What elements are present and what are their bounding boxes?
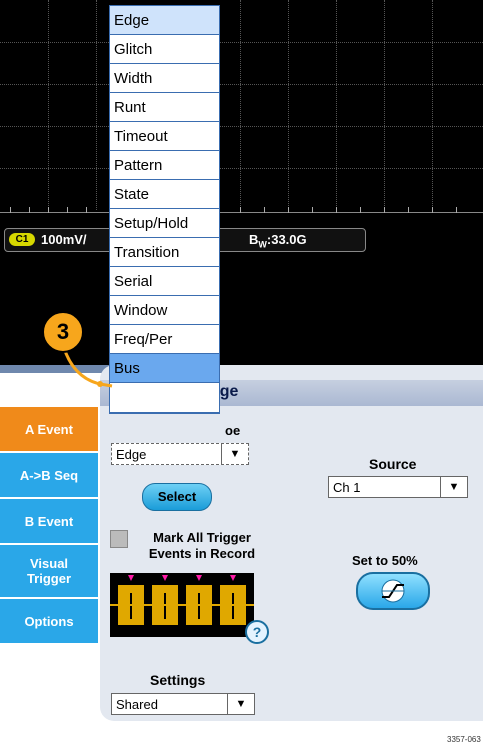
- grid-line: [432, 0, 433, 210]
- menu-item-pattern[interactable]: Pattern: [110, 151, 219, 180]
- bandwidth-readout: BW:33.0G: [249, 232, 307, 250]
- chevron-down-icon[interactable]: ▼: [221, 444, 248, 464]
- source-dropdown[interactable]: Ch 1 ▼: [328, 476, 468, 498]
- help-icon[interactable]: ?: [245, 620, 269, 644]
- figure-id: 3357-063: [447, 735, 481, 744]
- axis-tick: [360, 207, 361, 213]
- menu-item-serial[interactable]: Serial: [110, 267, 219, 296]
- mark-all-label: Mark All Trigger Events in Record: [148, 530, 256, 561]
- trigger-type-value: Edge: [116, 447, 147, 462]
- axis-tick: [408, 207, 409, 213]
- set-to-50-label: Set to 50%: [352, 553, 418, 568]
- axis-tick: [456, 207, 457, 213]
- axis-tick: [384, 207, 385, 213]
- bandwidth-subscript: W: [258, 239, 267, 250]
- menu-item-freq-per[interactable]: Freq/Per: [110, 325, 219, 354]
- axis-tick: [10, 207, 11, 213]
- trigger-tabs: A Event A->B Seq B Event Visual Trigger …: [0, 407, 100, 645]
- bandwidth-value: :33.0G: [266, 232, 307, 247]
- menu-item-setup-hold[interactable]: Setup/Hold: [110, 209, 219, 238]
- chevron-down-icon[interactable]: ▼: [227, 694, 254, 714]
- mark-all-checkbox[interactable]: [110, 530, 128, 548]
- menu-item-blank[interactable]: [110, 383, 219, 413]
- axis-tick: [432, 207, 433, 213]
- chevron-down-icon[interactable]: ▼: [440, 477, 467, 497]
- trigger-type-menu: Edge Glitch Width Runt Timeout Pattern S…: [109, 5, 220, 414]
- tab-b-event[interactable]: B Event: [0, 499, 100, 543]
- axis-tick: [86, 207, 87, 213]
- trigger-edge-icon: [381, 579, 405, 603]
- settings-label: Settings: [150, 672, 206, 688]
- menu-item-timeout[interactable]: Timeout: [110, 122, 219, 151]
- grid-line: [0, 84, 483, 85]
- tab-options[interactable]: Options: [0, 599, 100, 643]
- menu-item-edge[interactable]: Edge: [110, 6, 219, 35]
- settings-value: Shared: [116, 697, 158, 712]
- source-label: Source: [369, 456, 417, 472]
- grid-line: [0, 126, 483, 127]
- horizontal-axis: [0, 212, 483, 213]
- callout-number: 3: [42, 311, 84, 353]
- grid-line: [336, 0, 337, 210]
- axis-tick: [312, 207, 313, 213]
- tab-a-b-seq[interactable]: A->B Seq: [0, 453, 100, 497]
- axis-tick: [29, 207, 30, 213]
- channel-badge[interactable]: C1: [9, 233, 35, 246]
- grid-line: [0, 42, 483, 43]
- settings-dropdown[interactable]: Shared ▼: [111, 693, 255, 715]
- vertical-scale: 100mV/: [41, 232, 87, 247]
- grid-line: [288, 0, 289, 210]
- trigger-type-dropdown[interactable]: Edge ▼: [111, 443, 249, 465]
- menu-item-bus[interactable]: Bus: [110, 354, 219, 383]
- axis-tick: [48, 207, 49, 213]
- source-value: Ch 1: [333, 480, 361, 495]
- trigger-setup-panel: dge A Event A->B Seq B Event Visual Trig…: [0, 365, 483, 746]
- waveform-thumbnail: [110, 573, 254, 637]
- grid-line: [240, 0, 241, 210]
- grid-line: [96, 0, 97, 210]
- axis-tick: [336, 207, 337, 213]
- grid-line: [0, 168, 483, 169]
- grid-line: [48, 0, 49, 210]
- select-button[interactable]: Select: [142, 483, 212, 511]
- menu-item-transition[interactable]: Transition: [110, 238, 219, 267]
- axis-tick: [264, 207, 265, 213]
- scope-display: [0, 0, 483, 365]
- menu-item-width[interactable]: Width: [110, 64, 219, 93]
- axis-tick: [240, 207, 241, 213]
- tab-a-event[interactable]: A Event: [0, 407, 100, 451]
- bandwidth-symbol: B: [249, 232, 259, 247]
- menu-item-glitch[interactable]: Glitch: [110, 35, 219, 64]
- menu-item-window[interactable]: Window: [110, 296, 219, 325]
- grid-line: [384, 0, 385, 210]
- set-to-50-button[interactable]: [356, 572, 430, 610]
- waveform-image: [110, 575, 254, 625]
- axis-tick: [67, 207, 68, 213]
- type-label: oe: [225, 423, 241, 438]
- axis-tick: [288, 207, 289, 213]
- tab-visual-trigger[interactable]: Visual Trigger: [0, 545, 100, 597]
- menu-item-state[interactable]: State: [110, 180, 219, 209]
- menu-item-runt[interactable]: Runt: [110, 93, 219, 122]
